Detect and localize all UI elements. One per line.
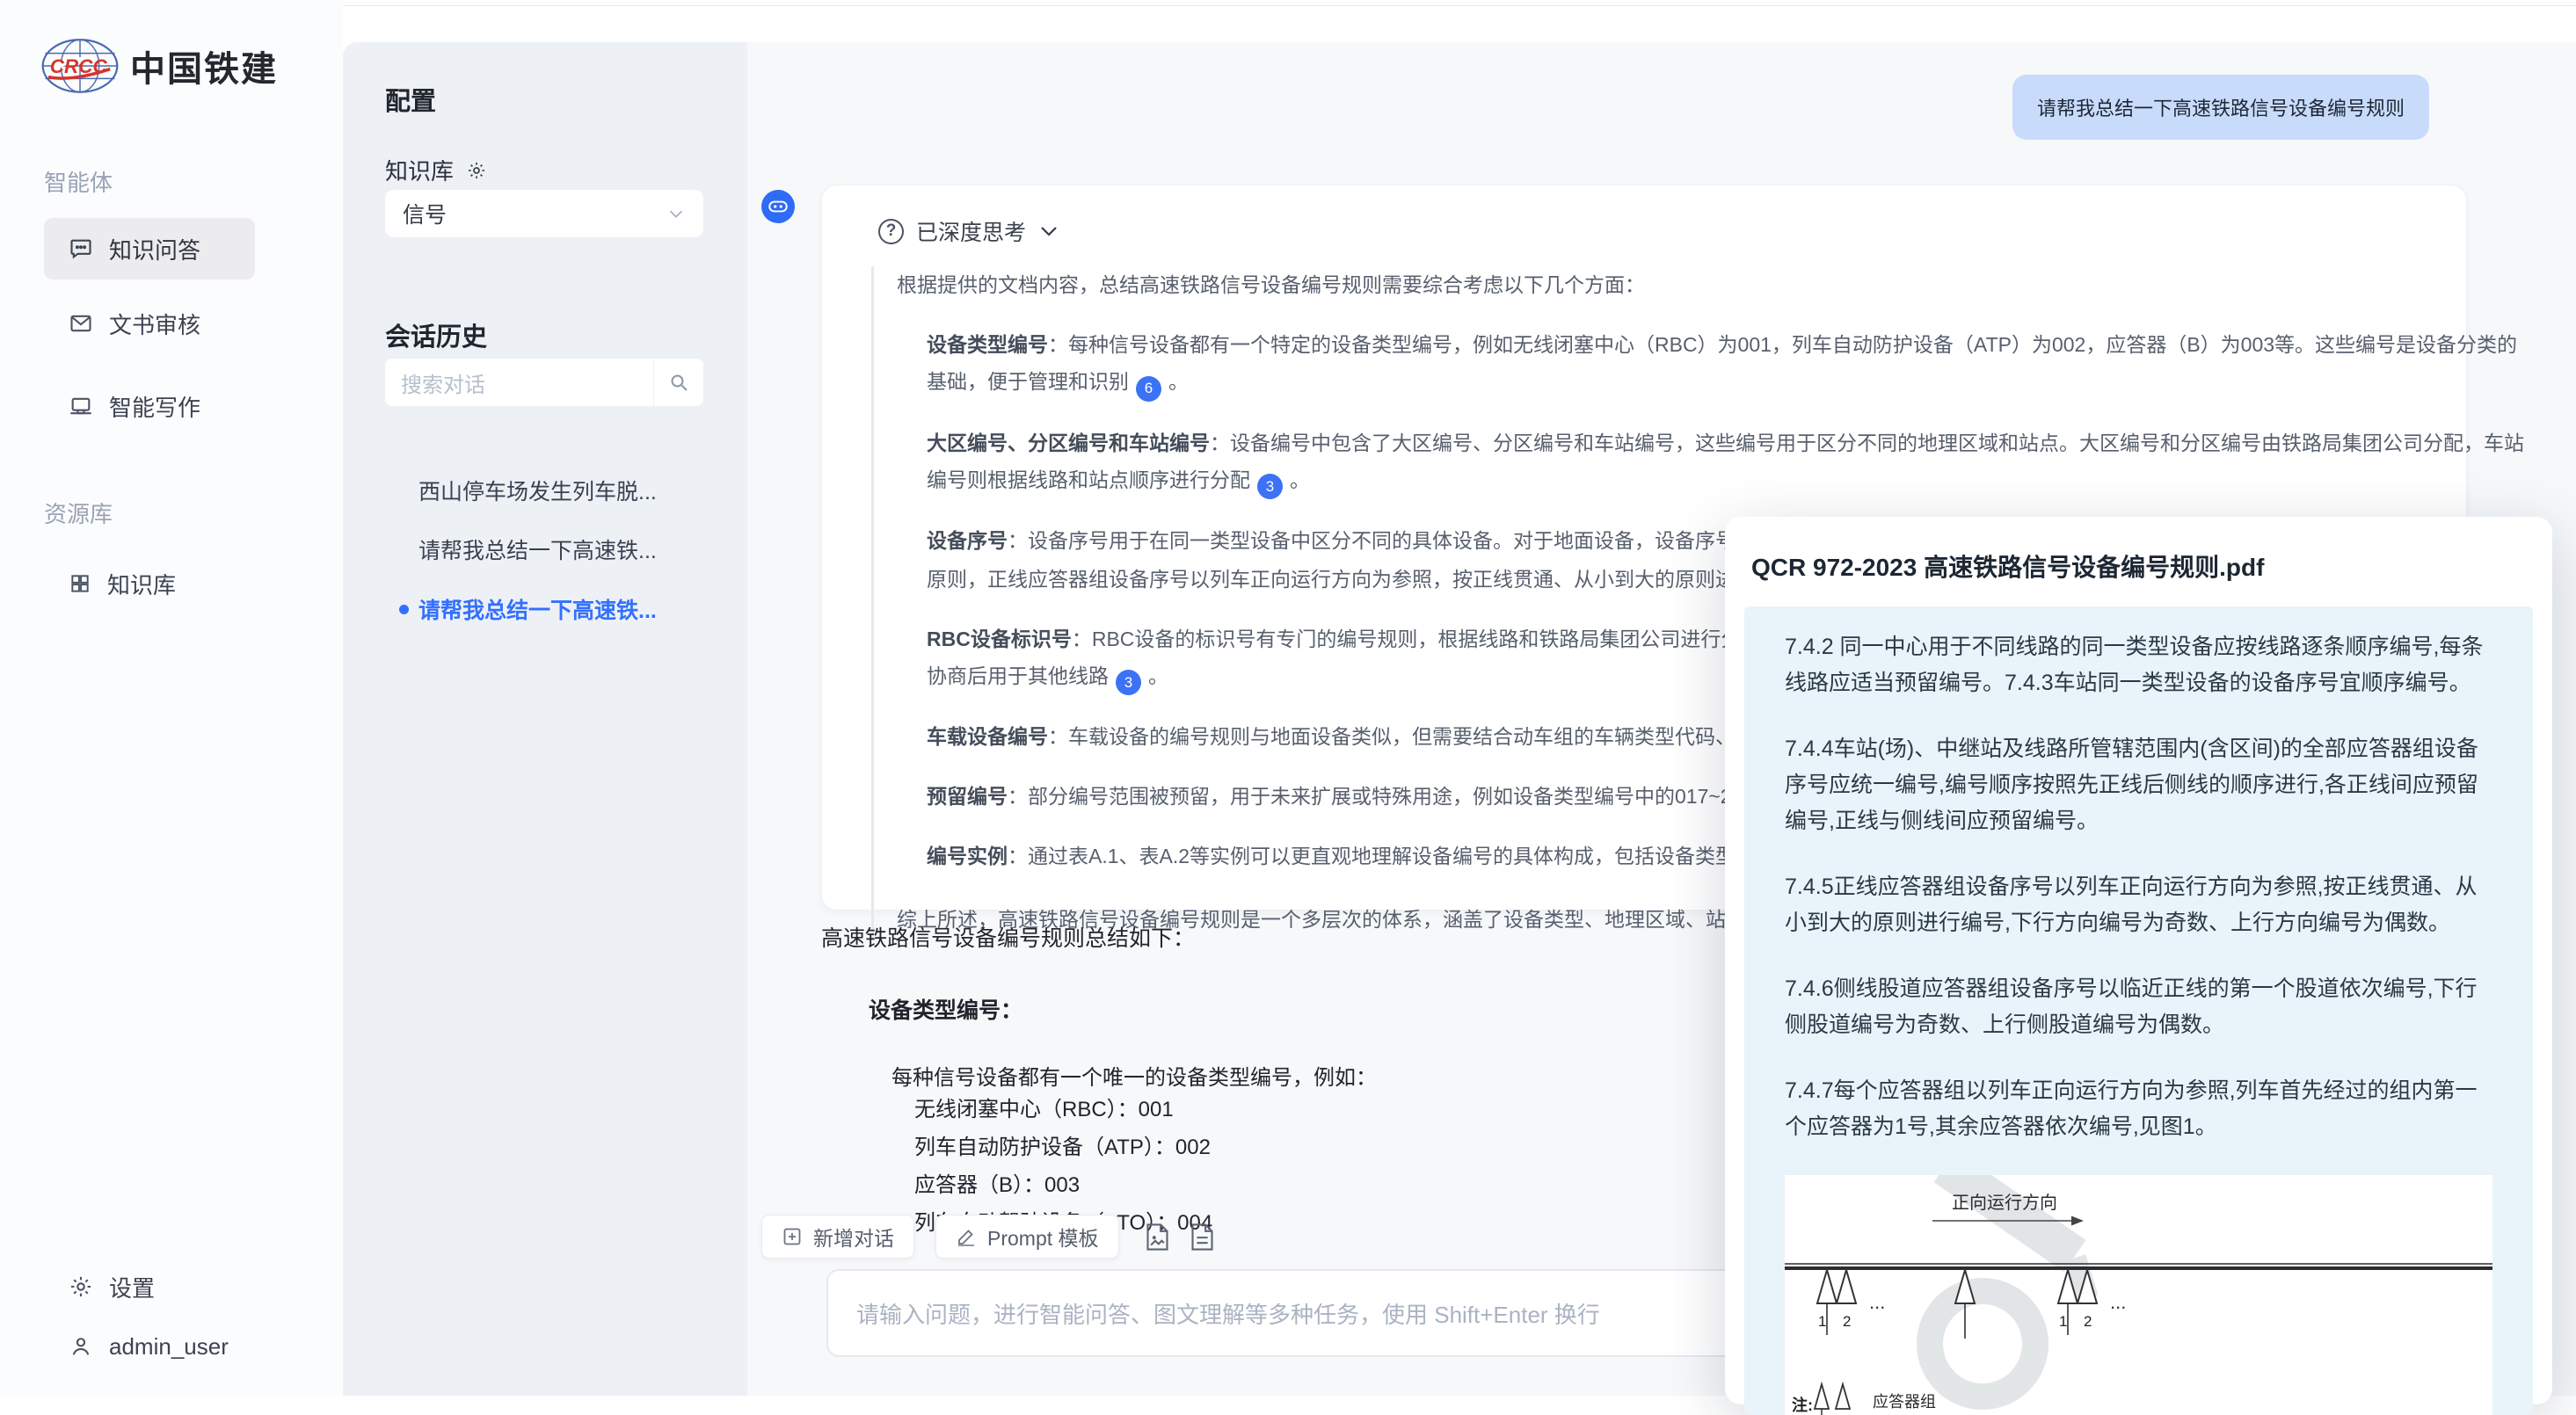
active-dot	[399, 605, 409, 614]
search-placeholder: 搜索对话	[385, 367, 653, 398]
thought-intro: 根据提供的文档内容，总结高速铁路信号设备编号规则需要综合考虑以下几个方面：	[897, 266, 2419, 303]
assistant-final-answer: 高速铁路信号设备编号规则总结如下： 设备类型编号： 每种信号设备都有一个唯一的设…	[821, 921, 1377, 1242]
direction-label: 正向运行方向	[1952, 1193, 2057, 1213]
sidebar: CRCC 中国铁建 智能体 知识问答 文书审核 智能写作 资源库 知识库	[0, 0, 343, 1396]
kb-label: 知识库	[385, 154, 454, 186]
gear-icon	[69, 1274, 93, 1299]
think-question-icon: ?	[878, 219, 904, 244]
sidebar-item-label: 知识问答	[109, 233, 200, 265]
assistant-avatar	[761, 190, 795, 223]
citation-badge[interactable]: 3	[1257, 474, 1283, 499]
user-message-text: 请帮我总结一下高速铁路信号设备编号规则	[2037, 93, 2405, 121]
svg-text:1: 1	[2059, 1313, 2067, 1330]
pdf-paragraph: 7.4.7每个应答器组以列车正向运行方向为参照,列车首先经过的组内第一个应答器为…	[1785, 1073, 2492, 1145]
config-title: 配置	[385, 81, 436, 118]
settings-button[interactable]: 设置	[44, 1259, 255, 1315]
laptop-icon	[69, 394, 93, 418]
brand-logo: CRCC 中国铁建	[40, 37, 278, 95]
brand-name: 中国铁建	[130, 40, 278, 91]
robot-icon	[767, 195, 790, 218]
new-chat-label: 新增对话	[813, 1222, 894, 1252]
config-panel: 配置 知识库 信号 会话历史 搜索对话 西山停车场发生列车脱... 请帮我总结一…	[343, 42, 747, 1396]
composer-toolbar: 新增对话 Prompt 模板	[761, 1215, 1214, 1259]
note-label: 注:	[1792, 1396, 1813, 1414]
thought-point: 大区编号、分区编号和车站编号：设备编号中包含了大区编号、分区编号和车站编号，这些…	[927, 424, 2419, 500]
pdf-figure-balise-diagram: 正向运行方向 12 12 ...	[1785, 1175, 2492, 1415]
sidebar-item-doc-review[interactable]: 文书审核	[44, 295, 255, 352]
prompt-template-button[interactable]: Prompt 模板	[935, 1215, 1119, 1259]
sidebar-item-label: 知识库	[107, 568, 176, 600]
sidebar-item-label: 智能写作	[109, 390, 200, 423]
history-item[interactable]: 请帮我总结一下高速铁...	[385, 521, 703, 577]
kb-selected-value: 信号	[403, 198, 447, 229]
pencil-icon	[956, 1226, 977, 1247]
history-item-label: 请帮我总结一下高速铁...	[418, 593, 657, 625]
upload-document-icon[interactable]	[1190, 1223, 1214, 1252]
new-chat-button[interactable]: 新增对话	[761, 1215, 914, 1259]
sidebar-item-knowledge-base[interactable]: 知识库	[44, 555, 255, 612]
search-icon[interactable]	[654, 372, 703, 393]
history-item-active[interactable]: 请帮我总结一下高速铁...	[385, 581, 703, 637]
pdf-paragraph: 7.4.4车站(场)、中继站及线路所管辖范围内(含区间)的全部应答器组设备序号应…	[1785, 731, 2492, 839]
kb-settings-gear-icon[interactable]	[466, 160, 487, 181]
sidebar-section-agents: 智能体	[44, 165, 113, 198]
thought-point: 设备类型编号：每种信号设备都有一个特定的设备类型编号，例如无线闭塞中心（RBC）…	[927, 326, 2419, 402]
pdf-content[interactable]: 7.4.2 同一中心用于不同线路的同一类型设备应按线路逐条顺序编号,每条线路应适…	[1744, 606, 2533, 1415]
upload-image-icon[interactable]	[1146, 1223, 1169, 1252]
answer-heading: 高速铁路信号设备编号规则总结如下：	[821, 921, 1377, 953]
user-icon	[69, 1334, 93, 1359]
arrow-head	[2071, 1216, 2084, 1226]
history-item-label: 请帮我总结一下高速铁...	[418, 533, 657, 565]
username: admin_user	[109, 1333, 229, 1361]
deep-think-label: 已深度思考	[916, 215, 1026, 247]
chevron-down-icon	[666, 204, 686, 223]
settings-label: 设置	[109, 1271, 155, 1303]
crcc-logo-text: CRCC	[50, 55, 108, 77]
answer-list-item: 应答器（B）：003	[914, 1166, 1377, 1204]
knowledge-base-select[interactable]: 信号	[385, 190, 703, 237]
sidebar-item-knowledge-qa[interactable]: 知识问答	[44, 218, 255, 279]
user-message-bubble: 请帮我总结一下高速铁路信号设备编号规则	[2012, 75, 2429, 140]
history-title: 会话历史	[385, 316, 487, 353]
sidebar-item-smart-writing[interactable]: 智能写作	[44, 378, 255, 434]
citation-badge[interactable]: 3	[1116, 670, 1141, 695]
answer-list-item: 无线闭塞中心（RBC）：001	[914, 1091, 1377, 1128]
pdf-title: QCR 972-2023 高速铁路信号设备编号规则.pdf	[1751, 548, 2533, 584]
envelope-icon	[69, 311, 93, 336]
citation-badge[interactable]: 6	[1136, 376, 1161, 402]
svg-text:...: ...	[1869, 1291, 1885, 1313]
pdf-paragraph: 7.4.6侧线股道应答器组设备序号以临近正线的第一个股道依次编号,下行侧股道编号…	[1785, 971, 2492, 1043]
svg-text:2: 2	[2084, 1313, 2092, 1330]
history-item[interactable]: 西山停车场发生列车脱...	[385, 462, 703, 519]
history-item-label: 西山停车场发生列车脱...	[418, 475, 657, 506]
answer-list-item: 列车自动防护设备（ATP）：002	[914, 1128, 1377, 1166]
pdf-paragraph: 7.4.2 同一中心用于不同线路的同一类型设备应按线路逐条顺序编号,每条线路应适…	[1785, 629, 2492, 701]
crcc-globe-icon: CRCC	[40, 37, 120, 95]
legend-title: 应答器组	[1873, 1393, 1936, 1411]
chat-bubble-icon	[69, 236, 93, 261]
answer-description: 每种信号设备都有一个唯一的设备类型编号，例如：	[891, 1060, 1377, 1091]
conversation-search[interactable]: 搜索对话	[385, 359, 703, 406]
pdf-paragraph: 7.4.5正线应答器组设备序号以列车正向运行方向为参照,按正线贯通、从小到大的原…	[1785, 869, 2492, 941]
sidebar-section-resources: 资源库	[44, 497, 113, 529]
svg-text:1: 1	[1818, 1313, 1826, 1330]
window-top-divider	[0, 5, 2576, 6]
prompt-template-label: Prompt 模板	[987, 1222, 1099, 1252]
svg-text:2: 2	[1843, 1313, 1851, 1330]
grid-icon	[69, 572, 91, 595]
answer-subheading: 设备类型编号：	[869, 993, 1377, 1025]
pdf-preview-panel: QCR 972-2023 高速铁路信号设备编号规则.pdf 7.4.2 同一中心…	[1725, 517, 2552, 1404]
user-account[interactable]: admin_user	[44, 1318, 255, 1375]
sidebar-item-label: 文书审核	[109, 308, 200, 340]
input-placeholder: 请输入问题，进行智能问答、图文理解等多种任务，使用 Shift+Enter 换行	[828, 1297, 1600, 1330]
chevron-down-icon	[1038, 221, 1059, 242]
svg-text:...: ...	[2110, 1291, 2126, 1313]
deep-think-toggle[interactable]: ? 已深度思考	[878, 215, 1059, 247]
plus-square-icon	[782, 1226, 803, 1247]
